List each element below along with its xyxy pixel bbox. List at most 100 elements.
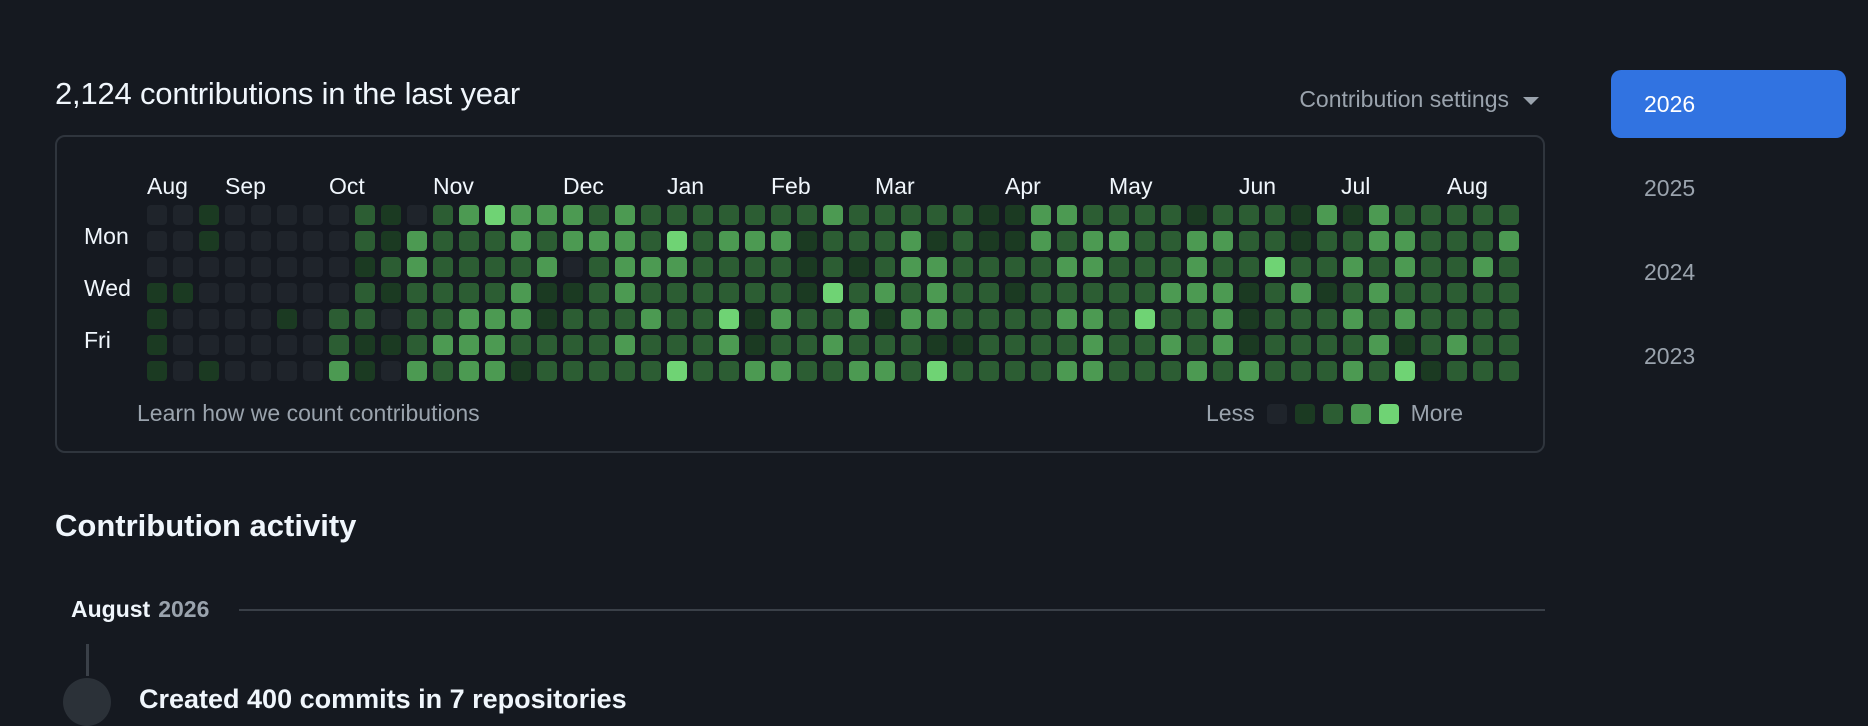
- contribution-day-cell[interactable]: [563, 205, 583, 225]
- contribution-day-cell[interactable]: [329, 309, 349, 329]
- contribution-day-cell[interactable]: [1317, 283, 1337, 303]
- contribution-day-cell[interactable]: [433, 335, 453, 355]
- contribution-day-cell[interactable]: [771, 283, 791, 303]
- contribution-day-cell[interactable]: [1473, 283, 1493, 303]
- contribution-day-cell[interactable]: [927, 283, 947, 303]
- contribution-day-cell[interactable]: [693, 361, 713, 381]
- contribution-day-cell[interactable]: [1343, 283, 1363, 303]
- contribution-day-cell[interactable]: [1109, 257, 1129, 277]
- contribution-day-cell[interactable]: [615, 205, 635, 225]
- contribution-day-cell[interactable]: [1083, 283, 1103, 303]
- contribution-day-cell[interactable]: [1135, 231, 1155, 251]
- contribution-day-cell[interactable]: [1369, 309, 1389, 329]
- contribution-day-cell[interactable]: [1083, 309, 1103, 329]
- contribution-day-cell[interactable]: [1343, 309, 1363, 329]
- contribution-day-cell[interactable]: [147, 335, 167, 355]
- contribution-day-cell[interactable]: [1447, 257, 1467, 277]
- contribution-day-cell[interactable]: [719, 257, 739, 277]
- contribution-day-cell[interactable]: [303, 309, 323, 329]
- contribution-day-cell[interactable]: [277, 257, 297, 277]
- contribution-day-cell[interactable]: [953, 335, 973, 355]
- contribution-day-cell[interactable]: [979, 205, 999, 225]
- contribution-day-cell[interactable]: [1031, 283, 1051, 303]
- contribution-day-cell[interactable]: [667, 283, 687, 303]
- contribution-day-cell[interactable]: [355, 205, 375, 225]
- contribution-day-cell[interactable]: [589, 283, 609, 303]
- contribution-day-cell[interactable]: [537, 309, 557, 329]
- contribution-day-cell[interactable]: [1161, 335, 1181, 355]
- contribution-day-cell[interactable]: [1447, 309, 1467, 329]
- contribution-day-cell[interactable]: [1343, 257, 1363, 277]
- contribution-day-cell[interactable]: [147, 205, 167, 225]
- contribution-day-cell[interactable]: [1109, 205, 1129, 225]
- contribution-day-cell[interactable]: [823, 361, 843, 381]
- contribution-day-cell[interactable]: [355, 283, 375, 303]
- contribution-day-cell[interactable]: [1135, 361, 1155, 381]
- contribution-day-cell[interactable]: [407, 335, 427, 355]
- contribution-day-cell[interactable]: [1109, 231, 1129, 251]
- contribution-day-cell[interactable]: [1499, 335, 1519, 355]
- contribution-day-cell[interactable]: [1291, 361, 1311, 381]
- contribution-day-cell[interactable]: [147, 283, 167, 303]
- contribution-day-cell[interactable]: [823, 205, 843, 225]
- contribution-day-cell[interactable]: [563, 231, 583, 251]
- contribution-day-cell[interactable]: [693, 283, 713, 303]
- contribution-day-cell[interactable]: [459, 309, 479, 329]
- activity-item-summary[interactable]: Created 400 commits in 7 repositories: [139, 684, 627, 715]
- contribution-day-cell[interactable]: [1369, 283, 1389, 303]
- contribution-day-cell[interactable]: [823, 309, 843, 329]
- contribution-day-cell[interactable]: [797, 205, 817, 225]
- contribution-day-cell[interactable]: [1031, 361, 1051, 381]
- contribution-day-cell[interactable]: [1265, 283, 1285, 303]
- contribution-day-cell[interactable]: [1291, 335, 1311, 355]
- contribution-day-cell[interactable]: [1187, 283, 1207, 303]
- contribution-day-cell[interactable]: [381, 361, 401, 381]
- contribution-day-cell[interactable]: [303, 335, 323, 355]
- contribution-day-cell[interactable]: [901, 257, 921, 277]
- contribution-day-cell[interactable]: [329, 231, 349, 251]
- contribution-day-cell[interactable]: [1161, 205, 1181, 225]
- contribution-day-cell[interactable]: [1083, 231, 1103, 251]
- contribution-day-cell[interactable]: [693, 231, 713, 251]
- contribution-day-cell[interactable]: [173, 283, 193, 303]
- contribution-day-cell[interactable]: [1109, 361, 1129, 381]
- contribution-day-cell[interactable]: [615, 335, 635, 355]
- contribution-day-cell[interactable]: [459, 231, 479, 251]
- contribution-day-cell[interactable]: [1005, 231, 1025, 251]
- contribution-day-cell[interactable]: [797, 335, 817, 355]
- contribution-day-cell[interactable]: [719, 231, 739, 251]
- contribution-day-cell[interactable]: [1083, 361, 1103, 381]
- contribution-day-cell[interactable]: [1395, 361, 1415, 381]
- year-2025-button[interactable]: 2025: [1611, 154, 1846, 222]
- contribution-day-cell[interactable]: [277, 231, 297, 251]
- contribution-day-cell[interactable]: [901, 231, 921, 251]
- contribution-day-cell[interactable]: [719, 309, 739, 329]
- contribution-day-cell[interactable]: [1421, 283, 1441, 303]
- contribution-day-cell[interactable]: [1473, 309, 1493, 329]
- contribution-day-cell[interactable]: [849, 361, 869, 381]
- contribution-day-cell[interactable]: [953, 309, 973, 329]
- contribution-day-cell[interactable]: [615, 283, 635, 303]
- contribution-day-cell[interactable]: [433, 205, 453, 225]
- contribution-day-cell[interactable]: [1473, 257, 1493, 277]
- contribution-day-cell[interactable]: [1447, 231, 1467, 251]
- contribution-day-cell[interactable]: [303, 231, 323, 251]
- contribution-day-cell[interactable]: [1161, 361, 1181, 381]
- contribution-day-cell[interactable]: [329, 283, 349, 303]
- contribution-day-cell[interactable]: [901, 283, 921, 303]
- contribution-day-cell[interactable]: [225, 335, 245, 355]
- contribution-day-cell[interactable]: [563, 309, 583, 329]
- contribution-day-cell[interactable]: [1395, 257, 1415, 277]
- contribution-day-cell[interactable]: [511, 335, 531, 355]
- contribution-day-cell[interactable]: [251, 283, 271, 303]
- contribution-day-cell[interactable]: [1421, 205, 1441, 225]
- contribution-day-cell[interactable]: [1187, 231, 1207, 251]
- contribution-day-cell[interactable]: [459, 257, 479, 277]
- contribution-day-cell[interactable]: [1343, 335, 1363, 355]
- contribution-day-cell[interactable]: [1395, 335, 1415, 355]
- contribution-day-cell[interactable]: [1083, 257, 1103, 277]
- contribution-day-cell[interactable]: [459, 335, 479, 355]
- contribution-day-cell[interactable]: [433, 283, 453, 303]
- contribution-day-cell[interactable]: [485, 257, 505, 277]
- contribution-day-cell[interactable]: [407, 205, 427, 225]
